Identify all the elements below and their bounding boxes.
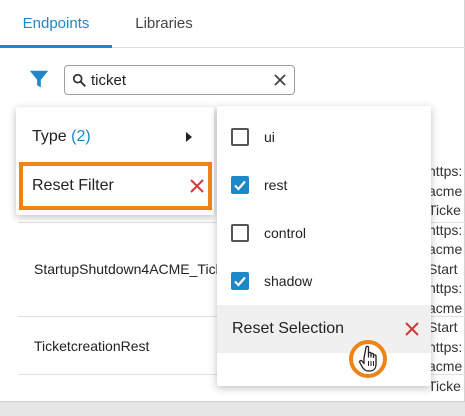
url-fragment: Start [428, 260, 458, 277]
type-submenu: ui rest control shadow Reset Selection [217, 106, 431, 386]
filter-icon[interactable] [28, 68, 50, 90]
tab-libraries[interactable]: Libraries [112, 0, 216, 48]
reset-filter-button[interactable]: Reset Filter [19, 162, 212, 210]
option-label: shadow [264, 273, 313, 289]
search-icon [72, 73, 86, 87]
url-fragment: acme [428, 241, 463, 257]
panel-bottom-border [0, 401, 465, 402]
search-input[interactable] [91, 70, 261, 90]
active-tab-indicator [0, 45, 112, 48]
url-fragment: acme [428, 182, 463, 199]
checkbox-unchecked-icon[interactable] [231, 128, 249, 146]
hand-pointer-icon [358, 345, 377, 372]
option-label: rest [264, 177, 288, 193]
type-option-ui[interactable]: ui [217, 113, 431, 161]
reset-selection-label: Reset Selection [232, 320, 345, 337]
url-fragment: https: [428, 163, 463, 179]
type-option-rest[interactable]: rest [217, 161, 431, 209]
url-fragment: Start [428, 319, 458, 335]
endpoint-name[interactable]: StartupShutdown4ACME_Tick [34, 261, 223, 277]
type-option-control[interactable]: control [217, 209, 431, 257]
endpoint-url-column: https: acme Ticke https: acme Start http… [428, 162, 465, 396]
url-fragment: acme [428, 358, 463, 374]
url-fragment: https: [428, 280, 463, 296]
url-fragment: Ticke [428, 377, 461, 394]
search-field[interactable] [64, 65, 295, 95]
close-icon [405, 322, 419, 336]
option-label: ui [264, 129, 275, 145]
reset-filter-label: Reset Filter [32, 177, 114, 194]
menu-item-type[interactable]: Type (2) [16, 113, 214, 161]
type-label: Type [32, 128, 67, 145]
close-icon [190, 179, 204, 193]
clear-icon[interactable] [271, 71, 289, 89]
checkbox-checked-icon[interactable] [231, 176, 249, 194]
option-label: control [264, 225, 307, 241]
caret-right-icon [186, 132, 192, 142]
url-fragment: https: [428, 221, 463, 238]
tab-endpoints[interactable]: Endpoints [0, 0, 112, 48]
tab-bar: Endpoints Libraries [0, 0, 465, 48]
reset-selection-button[interactable]: Reset Selection [217, 305, 431, 353]
endpoint-name[interactable]: TicketcreationRest [34, 338, 149, 354]
url-fragment: https: [428, 338, 463, 355]
type-count: (2) [71, 128, 91, 145]
url-fragment: Ticke [428, 202, 461, 218]
checkbox-checked-icon[interactable] [231, 272, 249, 290]
url-fragment: acme [428, 299, 463, 316]
type-option-shadow[interactable]: shadow [217, 257, 431, 305]
checkbox-unchecked-icon[interactable] [231, 224, 249, 242]
